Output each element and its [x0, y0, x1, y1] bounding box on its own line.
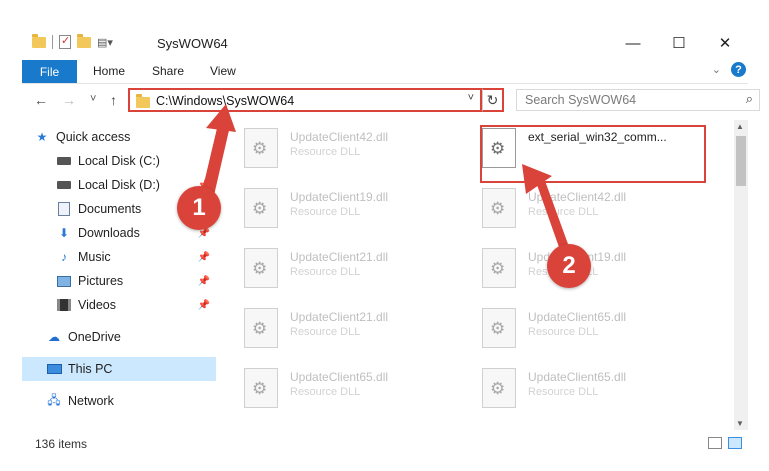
file-explorer-window: ▤▾ SysWOW64 — ☐ ✕ File Home Share View ⌄…: [0, 0, 769, 471]
annotation-arrows: [200, 104, 568, 250]
step-2-badge: 2: [547, 244, 591, 288]
step-1-badge: 1: [177, 186, 221, 230]
arrow-1-head: [206, 104, 236, 132]
